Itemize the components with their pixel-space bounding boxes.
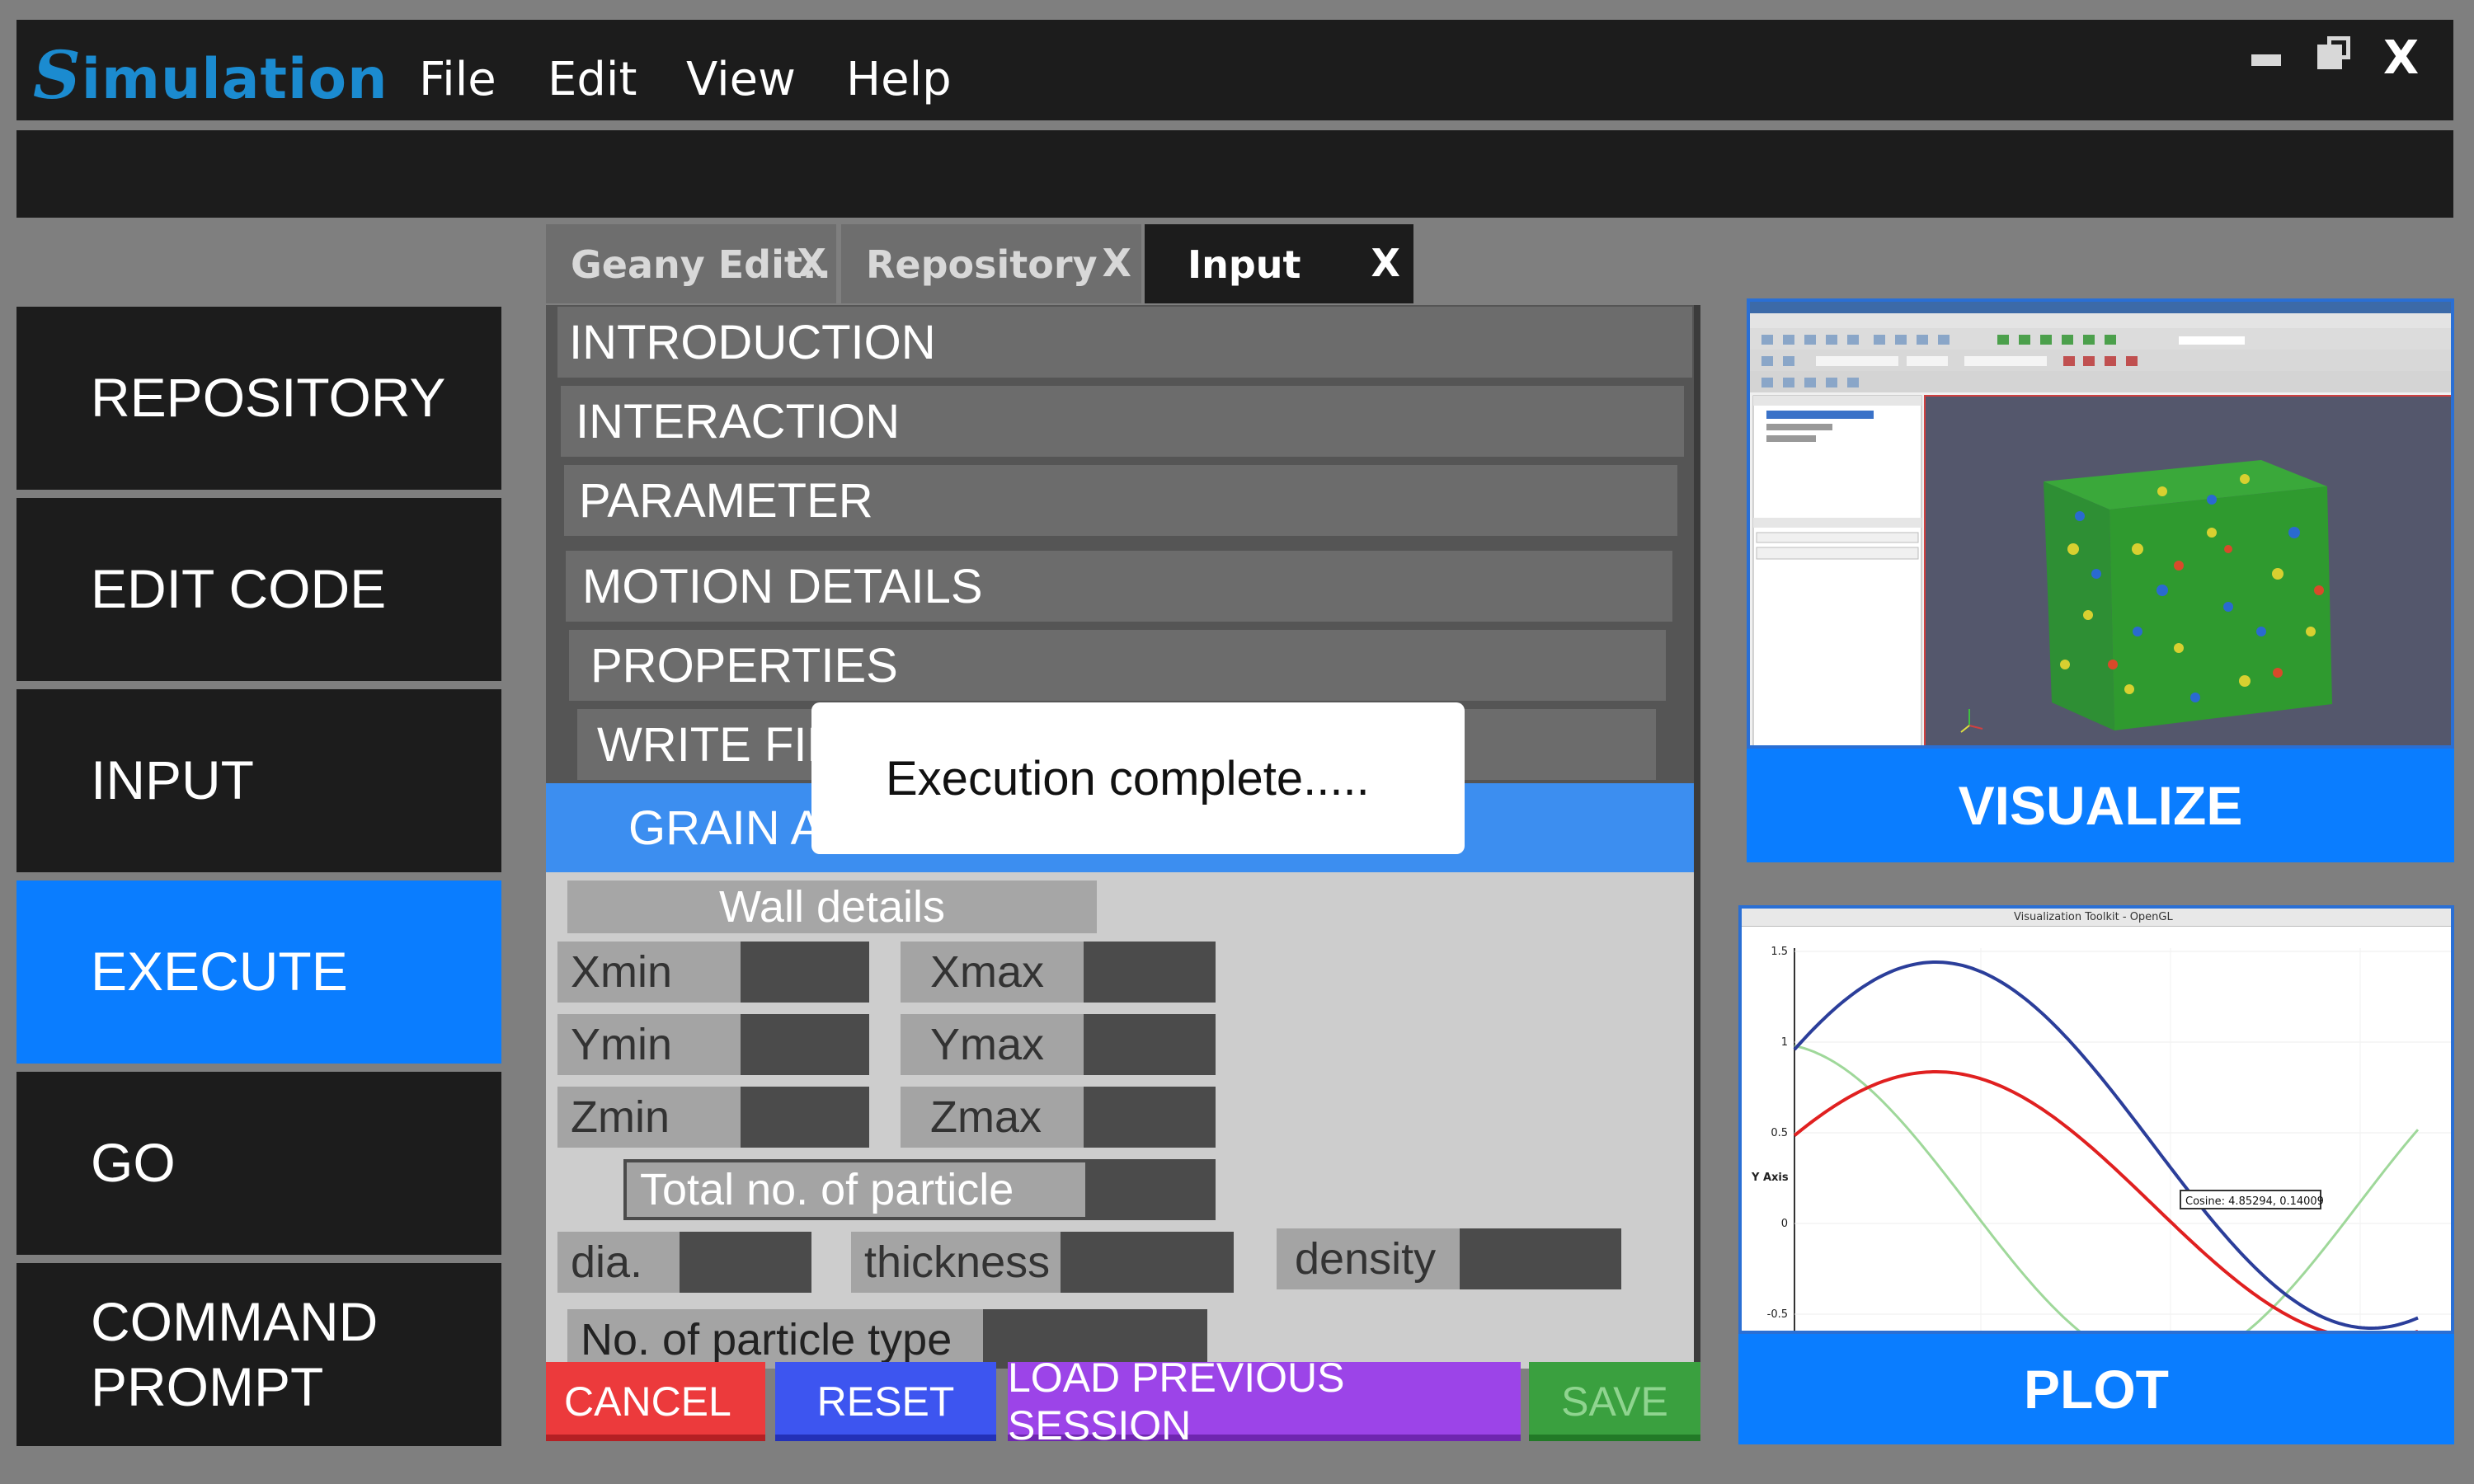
tab-label: Input [1188, 242, 1301, 287]
sidebar-item-command-prompt[interactable]: COMMAND PROMPT [16, 1263, 501, 1446]
zmax-input[interactable] [1084, 1087, 1216, 1148]
title-bar: Simulation File Edit View Help [16, 20, 2453, 120]
section-properties[interactable]: PROPERTIES [569, 630, 1666, 704]
menu-edit[interactable]: Edit [548, 53, 637, 106]
tab-geany-editor[interactable]: Geany Edit.. X [546, 224, 836, 303]
ymin-label: Ymin [557, 1014, 741, 1075]
close-window-button[interactable]: X [2383, 31, 2419, 85]
menu-file[interactable]: File [419, 53, 496, 106]
particle-types-label: No. of particle type [567, 1309, 983, 1369]
dia-input[interactable] [680, 1232, 811, 1293]
plot-button[interactable]: PLOT [1738, 1334, 2454, 1444]
sidebar-item-edit-code[interactable]: EDIT CODE [16, 498, 501, 681]
zmin-input[interactable] [741, 1087, 869, 1148]
tab-repository[interactable]: Repository X [841, 224, 1141, 303]
app-logo: Simulation [33, 36, 388, 114]
wall-details-heading: Wall details [567, 881, 1097, 933]
load-previous-session-button[interactable]: LOAD PREVIOUS SESSION [1008, 1355, 1521, 1449]
visualize-preview[interactable] [1747, 298, 2454, 749]
plot-tick-label: 1.5 [1771, 946, 1788, 958]
tab-close-icon[interactable]: X [1103, 241, 1131, 285]
xmin-input[interactable] [741, 942, 869, 1003]
reset-button[interactable]: RESET [775, 1362, 996, 1441]
sidebar-item-execute[interactable]: EXECUTE [16, 881, 501, 1064]
plot-series-blue [1793, 960, 2419, 1330]
tab-input[interactable]: Input X [1145, 224, 1413, 303]
dia-label: dia. [557, 1232, 680, 1293]
ymin-input[interactable] [741, 1014, 869, 1075]
plot-tick-label: 0.5 [1771, 1127, 1788, 1139]
zmin-label: Zmin [557, 1087, 741, 1148]
plot-series-red [1793, 1070, 2418, 1331]
plot-tick-label: 1 [1781, 1036, 1788, 1049]
cancel-button[interactable]: CANCEL [546, 1362, 765, 1441]
ymax-label: Ymax [901, 1014, 1084, 1075]
save-button[interactable]: SAVE [1529, 1362, 1700, 1441]
menu-help[interactable]: Help [846, 53, 952, 106]
density-input[interactable] [1460, 1228, 1621, 1289]
tab-close-icon[interactable]: X [1371, 241, 1400, 285]
section-interaction[interactable]: INTERACTION [561, 386, 1684, 460]
plot-window-title: Visualization Toolkit - OpenGL [2014, 911, 2173, 923]
density-label: density [1277, 1228, 1463, 1289]
zmax-label: Zmax [901, 1087, 1084, 1148]
maximize-icon[interactable] [2317, 36, 2350, 69]
xmax-input[interactable] [1084, 942, 1216, 1003]
tab-label: Repository [866, 242, 1098, 287]
menu-view[interactable]: View [686, 53, 796, 106]
section-parameter[interactable]: PARAMETER [564, 465, 1677, 539]
plot-tick-label: 0 [1781, 1218, 1788, 1230]
sidebar-item-repository[interactable]: REPOSITORY [16, 307, 501, 490]
plot-series-green [1794, 1045, 2420, 1331]
tab-close-icon[interactable]: X [797, 241, 826, 285]
xmax-label: Xmax [901, 942, 1084, 1003]
section-introduction[interactable]: INTRODUCTION [557, 307, 1692, 381]
total-particles-label: Total no. of particle [623, 1159, 1085, 1220]
minimize-icon[interactable] [2251, 54, 2281, 66]
tab-label: Geany Edit.. [571, 242, 831, 287]
plot-window-titlebar: Visualization Toolkit - OpenGL [1742, 909, 2451, 927]
plot-y-axis-label: Y Axis [1751, 1172, 1789, 1184]
ymax-input[interactable] [1084, 1014, 1216, 1075]
plot-tick-label: -0.5 [1767, 1308, 1788, 1321]
thickness-input[interactable] [1061, 1232, 1234, 1293]
xmin-label: Xmin [557, 942, 741, 1003]
grain-form: Wall details Xmin Xmax Ymin Ymax Zmin Zm… [546, 874, 1694, 1369]
toolbar-strip [16, 130, 2453, 218]
plot-tooltip-text: Cosine: 4.85294, 0.14009 [2185, 1195, 2324, 1208]
thickness-label: thickness [851, 1232, 1061, 1293]
sidebar-item-go[interactable]: GO [16, 1072, 501, 1255]
sidebar-item-input[interactable]: INPUT [16, 689, 501, 872]
visualize-button[interactable]: VISUALIZE [1747, 749, 2454, 862]
paraview-screenshot [1750, 302, 2451, 745]
plot-preview[interactable]: Visualization Toolkit - OpenGL 1.5 1 0.5… [1738, 905, 2454, 1334]
section-motion-details[interactable]: MOTION DETAILS [566, 551, 1672, 625]
cosine-plot: 1.5 1 0.5 0 -0.5 Y Axis Cosine: 4.85294,… [1751, 946, 2451, 1331]
execution-complete-dialog: Execution complete..... [811, 702, 1465, 854]
total-particles-input[interactable] [1085, 1159, 1216, 1220]
